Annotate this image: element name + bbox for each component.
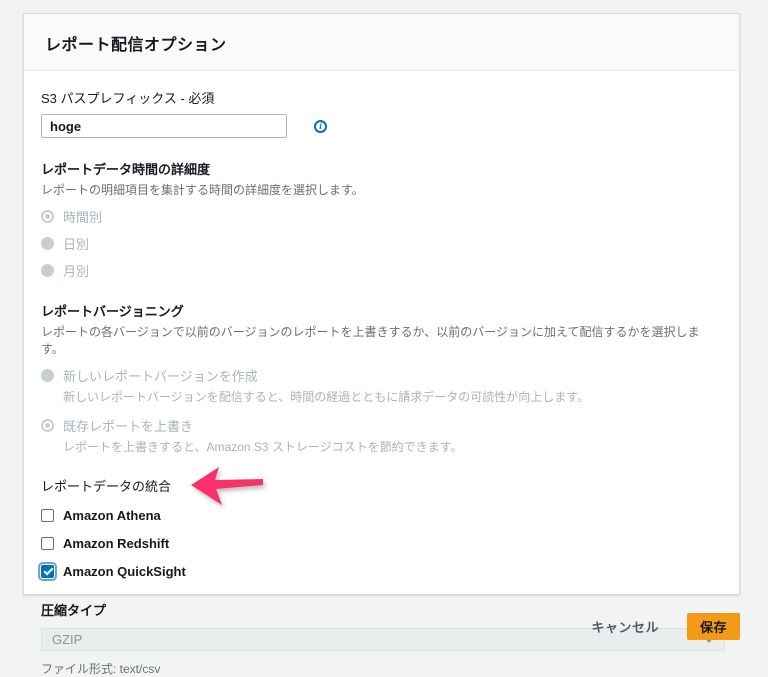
checkbox-label: Amazon QuickSight (63, 564, 186, 579)
radio-option-overwrite: 既存レポートを上書き (41, 416, 719, 435)
versioning-section: レポートバージョニング レポートの各バージョンで以前のバージョンのレポートを上書… (41, 301, 719, 455)
radio-label: 月別 (63, 264, 90, 279)
radio-label: 既存レポートを上書き (63, 419, 194, 434)
radio-icon (41, 237, 54, 250)
radio-label: 時間別 (63, 210, 103, 225)
radio-label: 日別 (63, 237, 90, 252)
radio-option-hourly: 時間別 (41, 207, 719, 226)
form-actions: キャンセル 保存 (591, 613, 740, 640)
radio-icon (41, 264, 54, 277)
radio-icon (41, 369, 54, 382)
integration-section: レポートデータの統合 Amazon Athena Amazon Redshift… (41, 476, 719, 579)
s3-prefix-label: S3 パスプレフィックス - 必須 (41, 91, 215, 106)
file-format-note: ファイル形式: text/csv (41, 662, 161, 676)
checkbox-icon[interactable] (41, 565, 54, 578)
report-delivery-options-panel: レポート配信オプション S3 パスプレフィックス - 必須 i レポートデータ時… (23, 13, 740, 676)
granularity-description: レポートの明細項目を集計する時間の詳細度を選択します。 (41, 183, 364, 197)
panel-body: S3 パスプレフィックス - 必須 i レポートデータ時間の詳細度 レポートの明… (24, 71, 739, 677)
radio-option-description: レポートを上書きすると、Amazon S3 ストレージコストを節約できます。 (63, 440, 463, 454)
granularity-section: レポートデータ時間の詳細度 レポートの明細項目を集計する時間の詳細度を選択します… (41, 159, 719, 280)
integration-label: レポートデータの統合 (41, 479, 172, 494)
radio-option-daily: 日別 (41, 234, 719, 253)
checkbox-icon[interactable] (41, 509, 54, 522)
info-icon[interactable]: i (314, 119, 327, 133)
radio-option-new-version: 新しいレポートバージョンを作成 (41, 366, 719, 385)
checkbox-amazon-athena[interactable]: Amazon Athena (41, 508, 161, 523)
cancel-button[interactable]: キャンセル (591, 617, 659, 636)
versioning-label: レポートバージョニング (41, 304, 184, 319)
s3-prefix-input[interactable] (41, 114, 287, 138)
checkbox-label: Amazon Athena (63, 508, 161, 523)
radio-option-monthly: 月別 (41, 261, 719, 280)
radio-icon (41, 419, 54, 432)
save-button[interactable]: 保存 (686, 613, 740, 640)
panel-header: レポート配信オプション (24, 14, 739, 71)
integration-checkbox-group: Amazon Athena Amazon Redshift Amazon Qui… (41, 508, 719, 579)
versioning-description: レポートの各バージョンで以前のバージョンのレポートを上書きするか、以前のバージョ… (41, 325, 700, 356)
panel-title: レポート配信オプション (45, 37, 227, 54)
checkbox-amazon-quicksight[interactable]: Amazon QuickSight (41, 564, 186, 579)
granularity-radio-group: 時間別 日別 月別 (41, 207, 719, 280)
checkbox-label: Amazon Redshift (63, 536, 170, 551)
compression-selected-value: GZIP (52, 632, 83, 647)
versioning-radio-group: 新しいレポートバージョンを作成 新しいレポートバージョンを配信すると、時間の経過… (41, 366, 719, 455)
radio-icon (41, 210, 54, 223)
checkbox-icon[interactable] (41, 537, 54, 550)
radio-option-description: 新しいレポートバージョンを配信すると、時間の経過とともに請求データの可読性が向上… (63, 390, 590, 404)
radio-label: 新しいレポートバージョンを作成 (63, 369, 258, 384)
s3-prefix-field: S3 パスプレフィックス - 必須 i (41, 88, 719, 138)
checkbox-amazon-redshift[interactable]: Amazon Redshift (41, 536, 169, 551)
granularity-label: レポートデータ時間の詳細度 (41, 162, 211, 177)
